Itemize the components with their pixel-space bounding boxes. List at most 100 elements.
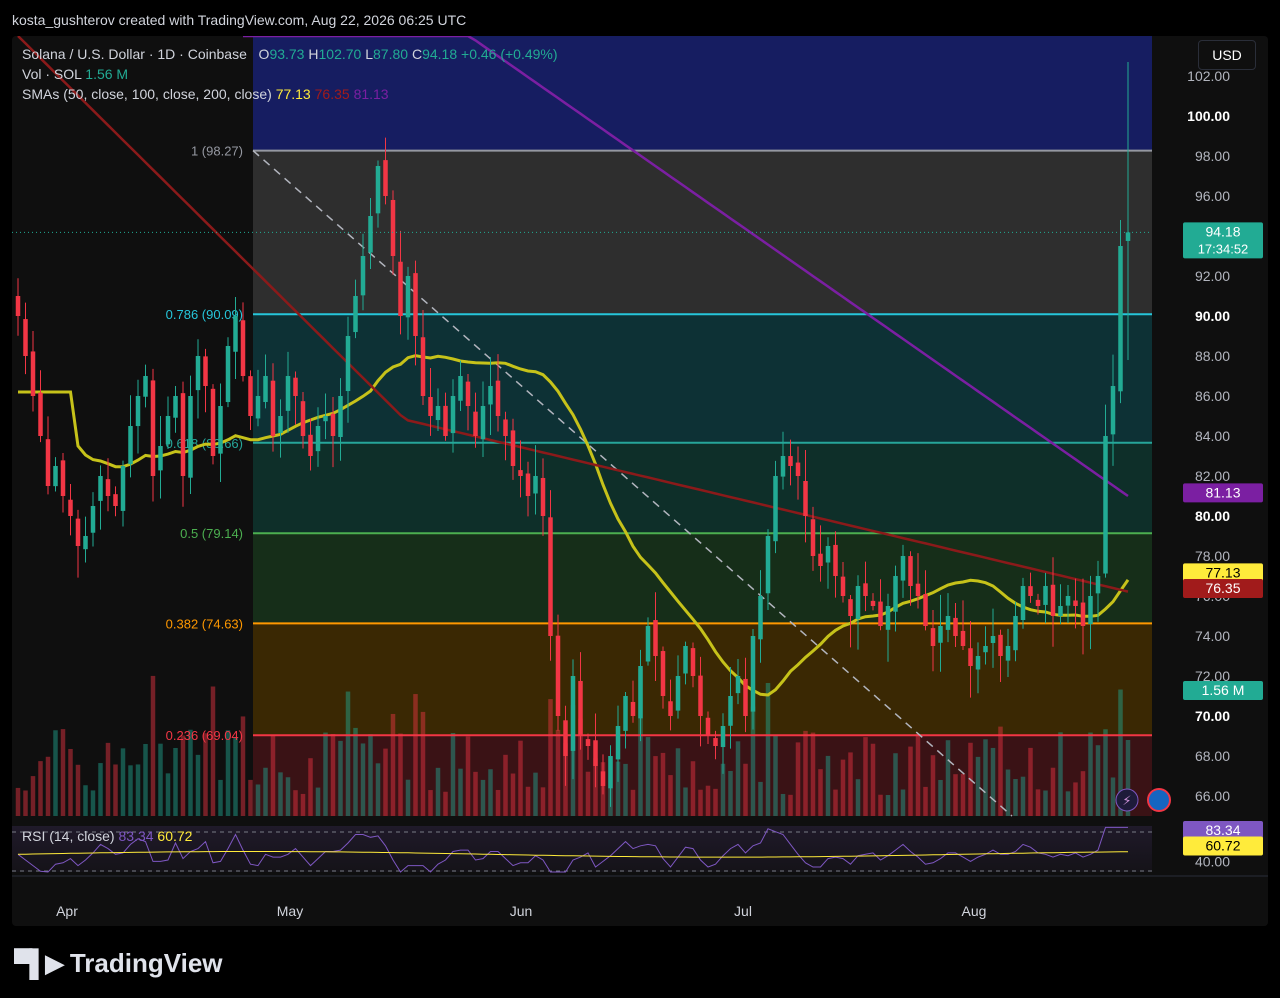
open-label: O (258, 46, 270, 62)
volume-bar (338, 740, 343, 816)
candle-body (1020, 586, 1026, 621)
volume-bar (443, 791, 448, 816)
rsi-value: 83.34 (118, 828, 154, 844)
volume-bar (15, 787, 21, 816)
candle-body (278, 416, 283, 433)
candle-body (375, 166, 381, 214)
volume-bar (368, 734, 373, 816)
y-tick-label: 98.00 (1195, 148, 1230, 164)
candle-body (953, 617, 958, 636)
candle-body (570, 676, 576, 751)
volume-bar (975, 756, 981, 816)
symbol-title[interactable]: Solana / U.S. Dollar · 1D · Coinbase (22, 46, 247, 62)
candle-body (225, 346, 231, 403)
rsi-label[interactable]: RSI (14, close) (22, 828, 115, 844)
volume-bar (488, 769, 493, 816)
fib-label: 0.786 (90.09) (166, 307, 243, 322)
volume-bar (23, 790, 28, 816)
candle-body (383, 160, 388, 196)
candle-body (900, 556, 906, 581)
candle-body (405, 276, 411, 318)
candle-body (975, 656, 981, 670)
chart-area[interactable]: 1 (98.27) 0.786 (90.09) 0.618 (83.66) 0.5 (… (12, 36, 1268, 926)
low-value: 87.80 (373, 46, 409, 62)
volume-bar (668, 775, 673, 816)
candle-body (98, 476, 103, 501)
candle-body (173, 396, 178, 418)
volume-bar (450, 732, 456, 816)
candle-body (705, 717, 711, 736)
candle-body (353, 296, 358, 333)
candle-body (428, 396, 433, 416)
close-label: C (411, 46, 423, 62)
currency-selector[interactable]: USD (1198, 40, 1256, 70)
volume-bar (915, 734, 921, 816)
candle-body (1058, 606, 1063, 616)
volume-bar (83, 785, 88, 816)
candle-body (840, 576, 846, 596)
tradingview-logo[interactable]: ▀▌▶ TradingView (14, 948, 223, 979)
volume-bar (998, 726, 1003, 816)
volume-bar (323, 732, 328, 816)
volume-bar (270, 735, 276, 816)
candle-body (195, 356, 201, 391)
volume-bar (818, 769, 823, 816)
volume-bar (923, 786, 928, 816)
candle-body (773, 476, 778, 542)
volume-bar (68, 748, 73, 816)
volume-bar (308, 758, 313, 816)
price-tag-label: 94.18 (1205, 223, 1240, 239)
sma-label[interactable]: SMAs (50, close, 100, close, 200, close) (22, 86, 272, 102)
candle-body (765, 536, 771, 594)
candle-body (1035, 599, 1041, 606)
y-tick-label: 70.00 (1195, 708, 1230, 724)
candle-body (315, 426, 321, 452)
candle-body (143, 376, 148, 397)
y-tick-label: 68.00 (1195, 748, 1230, 764)
fib-band (253, 314, 1152, 443)
volume-bar (683, 787, 688, 816)
volume-bar (195, 754, 201, 816)
candle-body (1110, 386, 1116, 435)
price-tag-label: 77.13 (1205, 564, 1240, 580)
candle-body (908, 556, 913, 586)
volume-bar (150, 675, 156, 816)
candle-body (345, 336, 351, 392)
volume-bar (653, 756, 658, 816)
volume-label[interactable]: Vol · SOL (22, 66, 81, 82)
candle-body (1095, 576, 1101, 594)
volume-bar (735, 741, 741, 816)
candle-body (233, 316, 238, 352)
x-tick-label: May (277, 903, 303, 919)
candle-body (833, 544, 838, 576)
tradingview-frame: kosta_gushterov created with TradingView… (0, 0, 1280, 998)
candle-body (1103, 436, 1108, 574)
volume-bar (1020, 776, 1026, 816)
candle-body (450, 396, 456, 434)
tv-logo-text: TradingView (69, 948, 223, 978)
fib-label: 0.236 (69.04) (166, 728, 243, 743)
volume-bar (788, 794, 793, 816)
candle-body (915, 583, 921, 596)
y-tick-label: 84.00 (1195, 428, 1230, 444)
volume-bar (1058, 732, 1063, 816)
candle-body (240, 320, 246, 376)
candle-body (150, 380, 156, 476)
candle-body (1005, 646, 1011, 661)
volume-bar (135, 764, 141, 816)
candle-body (270, 380, 276, 436)
fib-label: 1 (98.27) (191, 144, 243, 159)
candle-body (263, 376, 268, 402)
credit-text: kosta_gushterov created with TradingView… (12, 12, 467, 28)
candle-body (413, 273, 418, 336)
price-chart[interactable]: 1 (98.27)0.786 (90.09)0.618 (83.66)0.5 (… (12, 36, 1268, 926)
volume-bar (293, 790, 298, 816)
candle-body (795, 462, 801, 476)
volume-bar (705, 785, 711, 816)
chart-legend: Solana / U.S. Dollar · 1D · Coinbase O93… (22, 44, 558, 104)
candle-body (105, 479, 111, 496)
volume-bar (90, 790, 96, 816)
volume-bar (773, 735, 778, 816)
volume-bar (1005, 769, 1011, 816)
candle-body (713, 738, 718, 746)
